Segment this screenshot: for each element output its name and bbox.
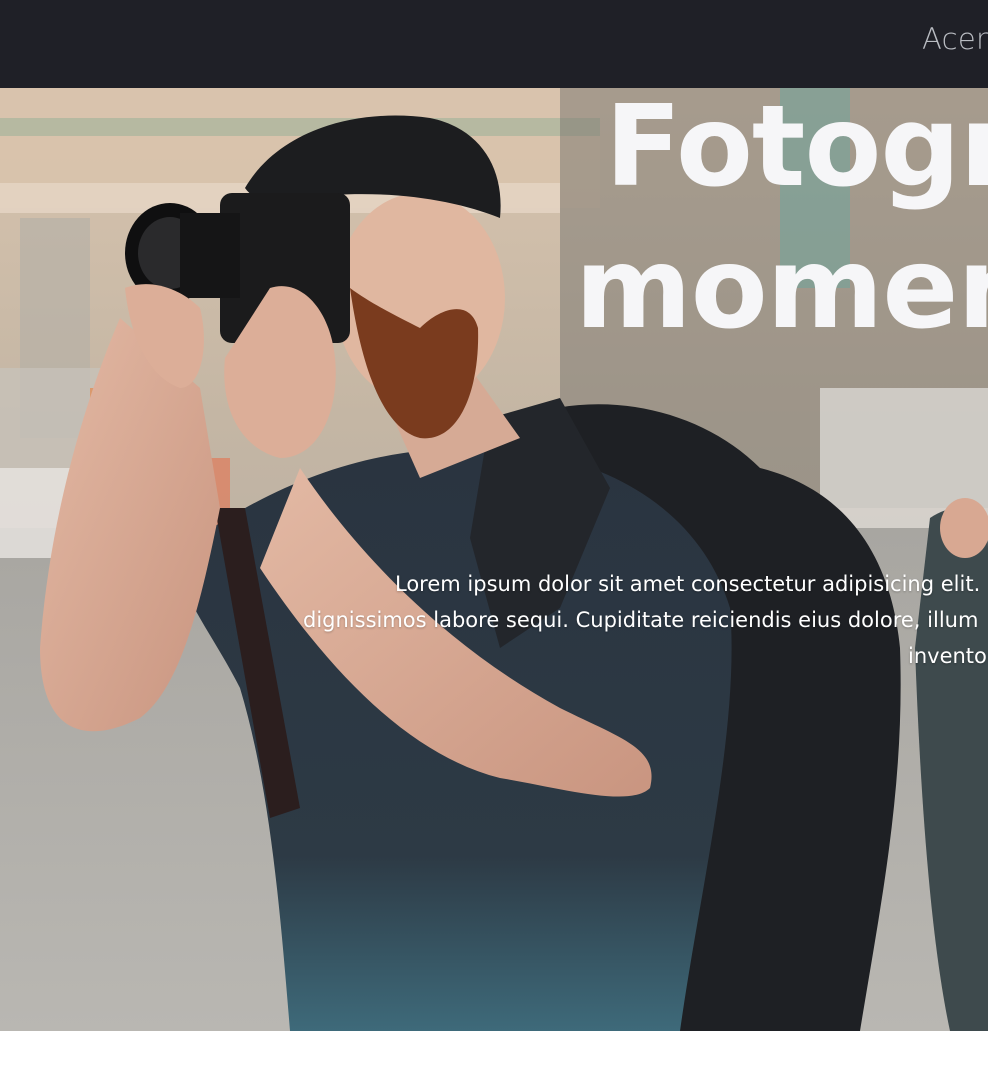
hero-description: Lorem ipsum dolor sit amet consectetur a…: [296, 566, 988, 674]
hero-title-line-1: Fotografía: [605, 88, 988, 212]
top-navbar: Acerca: [0, 0, 988, 88]
hero-title-line-2: momentos: [575, 224, 988, 354]
hero-title: Fotografía momentos: [575, 88, 988, 360]
hero-description-line-3: inventore: [908, 644, 988, 668]
hero-description-line-2: dignissimos labore sequi. Cupiditate rei…: [303, 608, 979, 632]
nav-link-acerca[interactable]: Acerca: [922, 22, 988, 56]
hero-section: Fotografía momentos Lorem ipsum dolor si…: [0, 88, 988, 1031]
hero-description-line-1: Lorem ipsum dolor sit amet consectetur a…: [395, 572, 981, 596]
